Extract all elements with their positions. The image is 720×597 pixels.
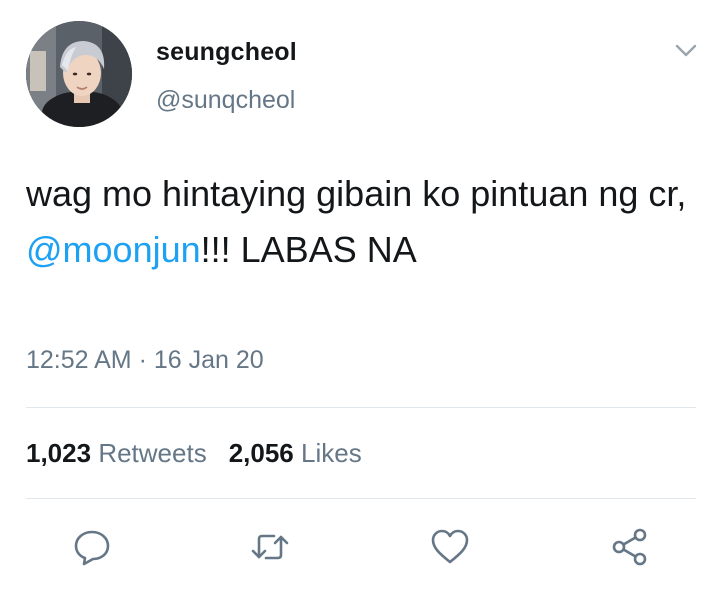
tweet-text: wag mo hintaying gibain ko pintuan ng cr…	[26, 166, 706, 278]
user-handle[interactable]: @sunqcheol	[156, 86, 295, 115]
like-stat[interactable]: 2,056 Likes	[229, 438, 362, 468]
retweet-label: Retweets	[98, 438, 207, 468]
display-name[interactable]: seungcheol	[156, 38, 297, 67]
divider	[26, 407, 696, 408]
like-label: Likes	[301, 438, 362, 468]
tweet-text-after: !!! LABAS NA	[200, 229, 417, 270]
like-count: 2,056	[228, 438, 294, 468]
avatar-photo	[26, 21, 132, 127]
tweet-text-before: wag mo hintaying gibain ko pintuan ng cr…	[26, 173, 687, 214]
timestamp[interactable]: 12:52 AM · 16 Jan 20	[26, 346, 264, 375]
retweet-stat[interactable]: 1,023 Retweets	[26, 438, 207, 468]
heart-icon[interactable]	[430, 527, 470, 567]
divider	[26, 498, 696, 499]
mention-link[interactable]: @moonjun	[26, 229, 201, 270]
share-icon[interactable]	[610, 527, 650, 567]
tweet-detail: seungcheol @sunqcheol wag mo hintaying g…	[0, 0, 720, 597]
retweet-count: 1,023	[26, 438, 92, 468]
retweet-icon[interactable]	[250, 527, 290, 567]
chevron-down-icon[interactable]	[674, 42, 698, 60]
engagement-stats: 1,023 Retweets 2,056 Likes	[26, 438, 362, 469]
avatar[interactable]	[26, 21, 132, 127]
reply-icon[interactable]	[72, 527, 112, 567]
